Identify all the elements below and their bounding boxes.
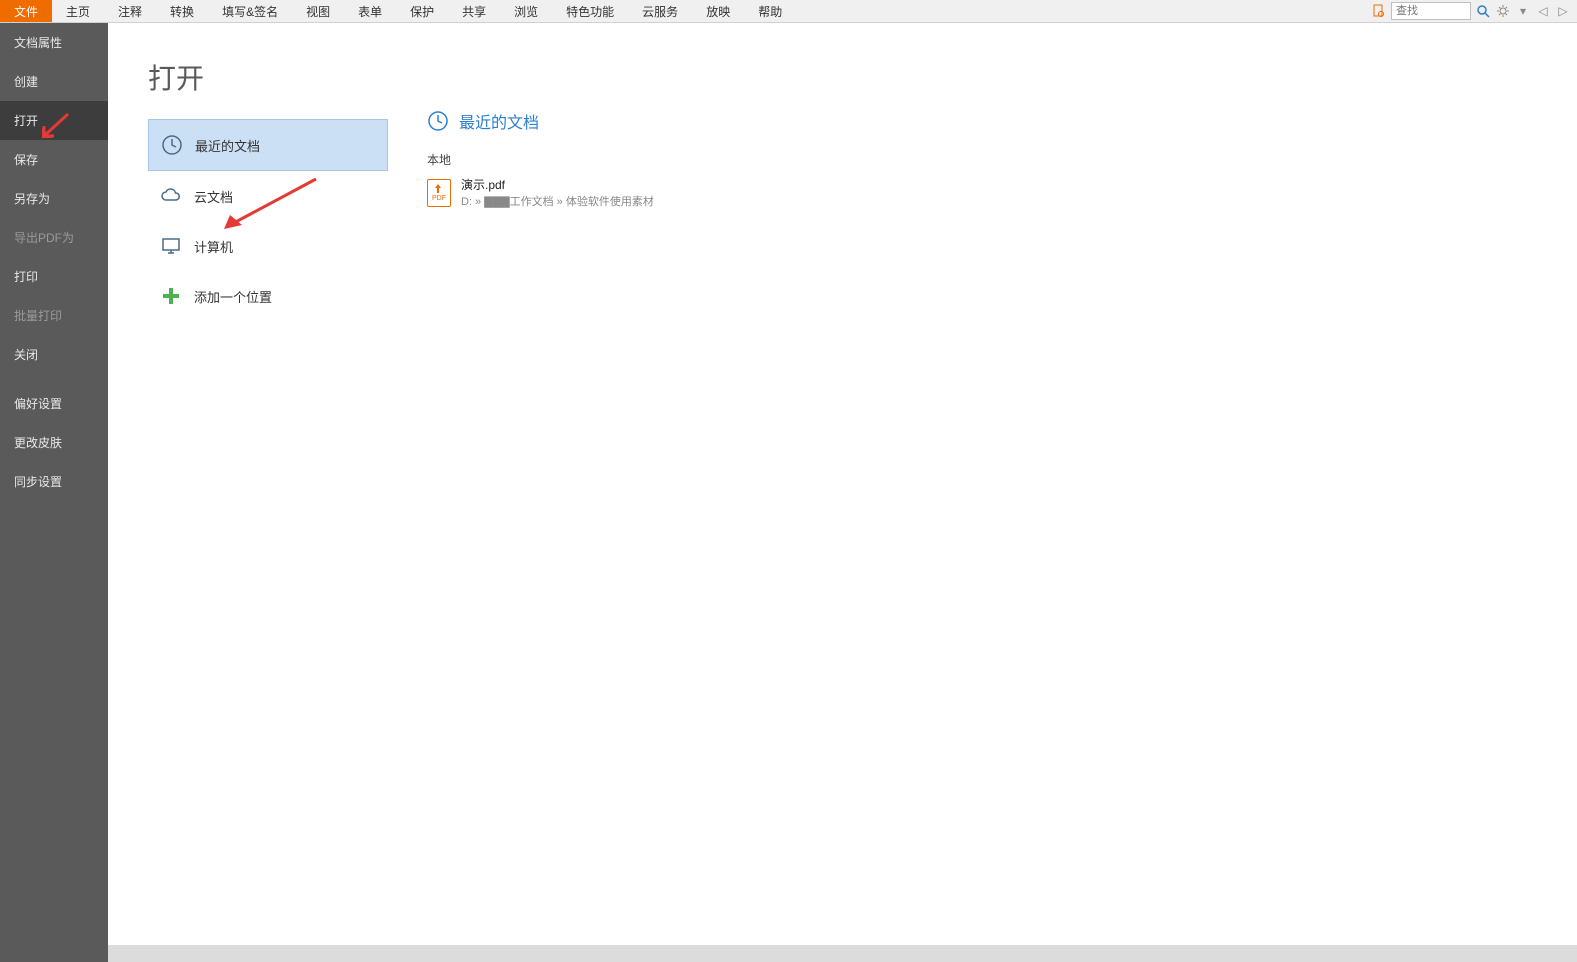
source-add-location[interactable]: 添加一个位置 [148,271,388,321]
clock-icon [427,110,449,132]
sidebar-item-export[interactable]: 导出PDF为 [0,218,108,257]
content-header: 最近的文档 [427,109,1577,133]
computer-icon [160,235,182,257]
search-icon[interactable] [1475,3,1491,19]
sidebar-item-print[interactable]: 打印 [0,257,108,296]
ribbon-tab-home[interactable]: 主页 [52,0,104,22]
ribbon-tab-convert[interactable]: 转换 [156,0,208,22]
source-recent[interactable]: 最近的文档 [148,119,388,171]
source-label: 添加一个位置 [194,287,272,306]
ribbon-tab-file[interactable]: 文件 [0,0,52,22]
recent-content: 最近的文档 本地 PDF 演示.pdf D: » ▇▇▇工作文档 » 体验软件使… [391,23,1577,945]
search-page-icon[interactable] [1371,3,1387,19]
sidebar-item-saveas[interactable]: 另存为 [0,179,108,218]
chevron-down-icon[interactable]: ▾ [1515,3,1531,19]
search-input[interactable] [1391,2,1471,20]
ribbon-tab-browse[interactable]: 浏览 [500,0,552,22]
pdf-file-icon: PDF [427,179,451,207]
plus-icon [160,285,182,307]
gear-icon[interactable] [1495,3,1511,19]
ribbon-tab-help[interactable]: 帮助 [744,0,796,22]
open-sources-panel: 打开 最近的文档 云文档 计算机 添加一个位置 [108,23,391,945]
nav-next-icon[interactable]: ▷ [1555,3,1571,19]
ribbon-tab-cloud[interactable]: 云服务 [628,0,692,22]
ribbon-tab-view[interactable]: 视图 [292,0,344,22]
section-label-local: 本地 [427,151,1577,168]
ribbon-tab-fillsign[interactable]: 填写&签名 [208,0,292,22]
sidebar-item-sync[interactable]: 同步设置 [0,462,108,501]
source-computer[interactable]: 计算机 [148,221,388,271]
sidebar-item-create[interactable]: 创建 [0,62,108,101]
file-sidebar: 文档属性 创建 打开 保存 另存为 导出PDF为 打印 批量打印 关闭 偏好设置… [0,23,108,962]
source-label: 云文档 [194,187,233,206]
nav-prev-icon[interactable]: ◁ [1535,3,1551,19]
source-label: 最近的文档 [195,136,260,155]
sidebar-item-batchprint[interactable]: 批量打印 [0,296,108,335]
clock-icon [161,134,183,156]
sidebar-item-prefs[interactable]: 偏好设置 [0,384,108,423]
ribbon-bar: 文件 主页 注释 转换 填写&签名 视图 表单 保护 共享 浏览 特色功能 云服… [0,0,1577,23]
ribbon-tab-annotate[interactable]: 注释 [104,0,156,22]
recent-file-path: D: » ▇▇▇工作文档 » 体验软件使用素材 [461,193,654,209]
sidebar-item-props[interactable]: 文档属性 [0,23,108,62]
ribbon-tab-share[interactable]: 共享 [448,0,500,22]
source-cloud[interactable]: 云文档 [148,171,388,221]
content-header-text: 最近的文档 [459,109,539,133]
ribbon-tab-form[interactable]: 表单 [344,0,396,22]
recent-file-item[interactable]: PDF 演示.pdf D: » ▇▇▇工作文档 » 体验软件使用素材 [427,174,1577,211]
ribbon-tab-present[interactable]: 放映 [692,0,744,22]
recent-file-name: 演示.pdf [461,176,654,193]
sidebar-item-skin[interactable]: 更改皮肤 [0,423,108,462]
status-bar [108,945,1577,962]
sidebar-item-open[interactable]: 打开 [0,101,108,140]
ribbon-tab-features[interactable]: 特色功能 [552,0,628,22]
cloud-icon [160,185,182,207]
ribbon-tab-protect[interactable]: 保护 [396,0,448,22]
sidebar-item-save[interactable]: 保存 [0,140,108,179]
source-label: 计算机 [194,237,233,256]
sidebar-item-close[interactable]: 关闭 [0,335,108,374]
page-title: 打开 [148,57,391,97]
